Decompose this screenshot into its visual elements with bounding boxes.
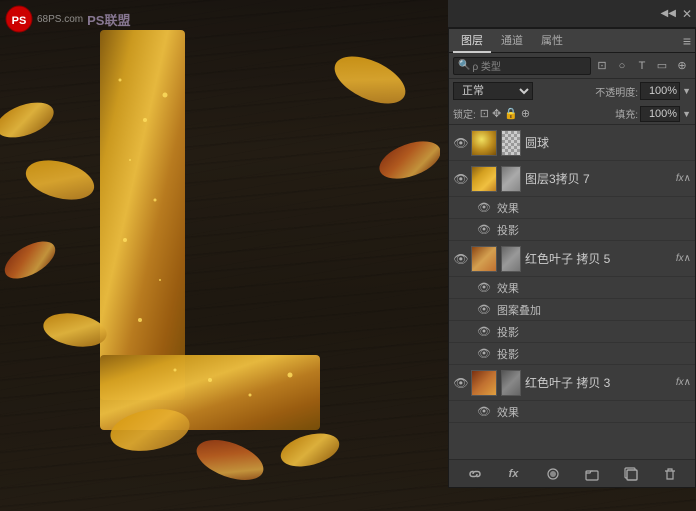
tab-channels[interactable]: 通道 [493,29,531,53]
layer-search-input[interactable]: 🔍 ρ 类型 [453,57,591,75]
sub-eye-shadow-2b[interactable]: 👁 [477,347,493,360]
canvas-art-area[interactable] [0,0,440,511]
lock-label: 锁定: [453,106,476,121]
layer-name-yuanqiu: 圆球 [525,134,691,151]
layer-thumb-yuanqiu [471,130,497,156]
layer-item-yuanqiu[interactable]: 👁 圆球 [449,125,695,161]
layer-thumb-redleaf3 [471,370,497,396]
fill-value[interactable]: 100% [640,106,680,122]
filter-pixel-icon[interactable]: ⊡ [593,57,611,75]
layer-expand-redleaf3[interactable]: ∧ [684,377,691,388]
layer-visibility-redleaf5[interactable]: 👁 [453,251,469,267]
close-panel-icon[interactable]: ✕ [682,7,692,21]
layer-name-tuccopy7: 图层3拷贝 7 [525,170,674,187]
filter-adjust-icon[interactable]: ○ [613,57,631,75]
layer-item-redleaf3[interactable]: 👁 红色叶子 拷贝 3 fx ∧ [449,365,695,401]
sub-eye-shadow-1[interactable]: 👁 [477,223,493,236]
layer-visibility-redleaf3[interactable]: 👁 [453,375,469,391]
watermark-text: 68PS.com [37,14,83,25]
fill-chevron: ▼ [682,109,691,119]
delete-layer-icon[interactable] [659,463,681,485]
sub-eye-pattern[interactable]: 👁 [477,303,493,316]
tab-properties[interactable]: 属性 [533,29,571,53]
layers-panel: 图层 通道 属性 ≡ 🔍 ρ 类型 ⊡ ○ T ▭ ⊕ 正常 不透明度: 100… [448,28,696,488]
logo-area: PS 68PS.com PS联盟 [5,5,130,33]
layer-sub-effects-3[interactable]: 👁 效果 [449,401,695,423]
layer-fx-redleaf3: fx [676,377,684,388]
lock-all-icon[interactable]: 🔒 [504,107,518,120]
sub-name-shadow-2a: 投影 [493,324,519,340]
search-placeholder: ρ 类型 [472,58,500,73]
sub-name-effects-3: 效果 [493,404,519,420]
sub-eye-shadow-2a[interactable]: 👁 [477,325,493,338]
lock-pixel-icon[interactable]: ⊡ [480,107,489,120]
filter-smart-icon[interactable]: ⊕ [673,57,691,75]
layer-thumb-redleaf5 [471,246,497,272]
filter-shape-icon[interactable]: ▭ [653,57,671,75]
opacity-chevron: ▼ [682,86,691,96]
fill-label: 填充: [615,106,638,121]
opacity-label: 不透明度: [595,84,638,99]
canvas-artwork [0,0,440,511]
layer-sub-shadow-1[interactable]: 👁 投影 [449,219,695,241]
collapse-icon[interactable]: ◀◀ [661,8,676,19]
layer-item-redleaf5[interactable]: 👁 红色叶子 拷贝 5 fx ∧ [449,241,695,277]
blend-mode-row: 正常 不透明度: 100% ▼ [449,79,695,103]
layer-expand-redleaf5[interactable]: ∧ [684,253,691,264]
layer-search-bar: 🔍 ρ 类型 ⊡ ○ T ▭ ⊕ [449,53,695,79]
filter-text-icon[interactable]: T [633,57,651,75]
layer-sub-effects-1[interactable]: 👁 效果 [449,197,695,219]
lock-row: 锁定: ⊡ ✥ 🔒 ⊕ 填充: 100% ▼ [449,103,695,125]
layer-expand-tuccopy7[interactable]: ∧ [684,173,691,184]
layer-sub-pattern[interactable]: 👁 图案叠加 [449,299,695,321]
fx-button[interactable]: fx [503,463,525,485]
panel-menu-icon[interactable]: ≡ [683,33,691,49]
layer-mask-redleaf5 [501,246,521,272]
layer-name-redleaf5: 红色叶子 拷贝 5 [525,250,674,267]
sub-name-effects-1: 效果 [493,200,519,216]
layer-sub-shadow-2a[interactable]: 👁 投影 [449,321,695,343]
brand-text: PS联盟 [87,10,130,29]
top-bar: ◀◀ ✕ [448,0,696,28]
layers-list[interactable]: 👁 圆球 👁 图层3拷贝 7 fx ∧ 👁 效果 👁 投影 [449,125,695,459]
add-mask-icon[interactable] [542,463,564,485]
svg-text:PS: PS [12,15,27,27]
layer-mask-redleaf3 [501,370,521,396]
new-group-icon[interactable] [581,463,603,485]
opacity-value[interactable]: 100% [640,82,680,100]
panel-tabs: 图层 通道 属性 ≡ [449,29,695,53]
layer-fx-redleaf5: fx [676,253,684,264]
layer-thumb-tuccopy7 [471,166,497,192]
layer-sub-shadow-2b[interactable]: 👁 投影 [449,343,695,365]
tab-layers[interactable]: 图层 [453,29,491,53]
lock-position-icon[interactable]: ✥ [492,107,501,120]
sub-eye-effects-3[interactable]: 👁 [477,405,493,418]
layer-mask-yuanqiu [501,130,521,156]
search-icon: 🔍 [458,60,470,71]
sub-name-shadow-1: 投影 [493,222,519,238]
layer-visibility-tuccopy7[interactable]: 👁 [453,171,469,187]
blend-mode-select[interactable]: 正常 [453,82,533,100]
layer-sub-effects-2[interactable]: 👁 效果 [449,277,695,299]
sub-name-shadow-2b: 投影 [493,346,519,362]
layer-fx-tuccopy7: fx [676,173,684,184]
sub-name-effects-2: 效果 [493,280,519,296]
ps-logo-icon: PS [5,5,33,33]
panel-footer: fx [449,459,695,487]
link-layers-icon[interactable] [464,463,486,485]
lock-artboard-icon[interactable]: ⊕ [521,107,530,120]
layer-visibility-yuanqiu[interactable]: 👁 [453,135,469,151]
layer-name-redleaf3: 红色叶子 拷贝 3 [525,374,674,391]
sub-eye-effects-1[interactable]: 👁 [477,201,493,214]
layer-mask-tuccopy7 [501,166,521,192]
new-layer-icon[interactable] [620,463,642,485]
sub-eye-effects-2[interactable]: 👁 [477,281,493,294]
layer-item-tuccopy7[interactable]: 👁 图层3拷贝 7 fx ∧ [449,161,695,197]
sub-name-pattern: 图案叠加 [493,302,541,318]
